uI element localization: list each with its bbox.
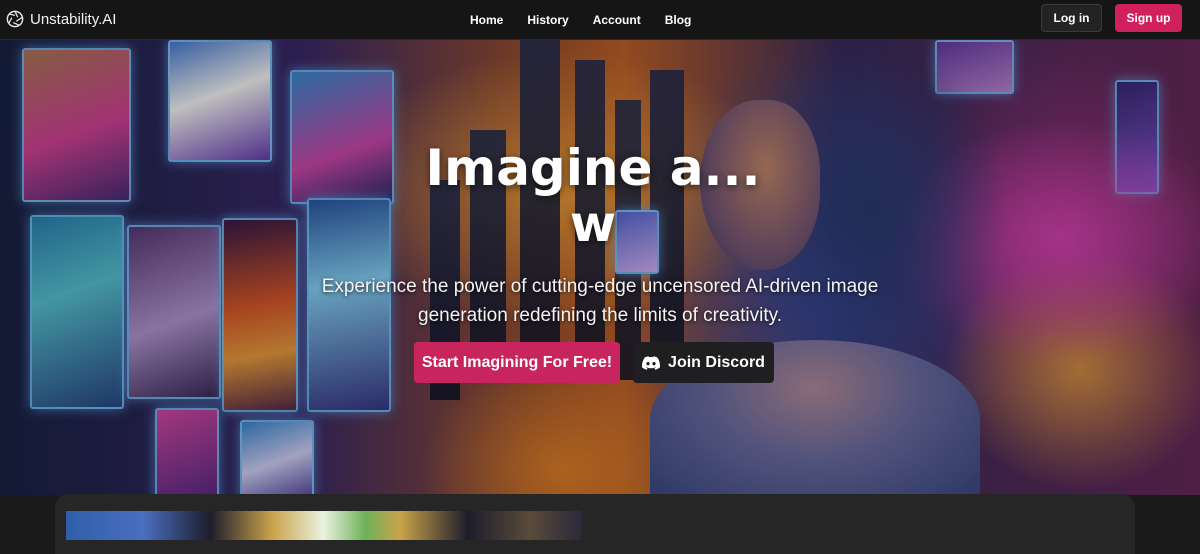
brand-link[interactable]: Unstability.AI [6, 8, 116, 30]
featured-card-image[interactable] [66, 511, 581, 540]
signup-button[interactable]: Sign up [1115, 4, 1182, 32]
aperture-logo-icon [6, 10, 24, 28]
hero-subtitle: Experience the power of cutting-edge unc… [321, 276, 879, 326]
nav-link-history[interactable]: History [527, 13, 568, 27]
top-navbar: Unstability.AI Home History Account Blog… [0, 0, 1200, 40]
nav-links: Home History Account Blog [470, 0, 691, 40]
discord-icon [642, 355, 661, 370]
nav-link-home[interactable]: Home [470, 13, 503, 27]
nav-link-blog[interactable]: Blog [665, 13, 692, 27]
nav-link-account[interactable]: Account [593, 13, 641, 27]
start-imagining-button[interactable]: Start Imagining For Free! [414, 342, 620, 383]
join-discord-button[interactable]: Join Discord [633, 342, 774, 383]
hero-title-line-1: Imagine a... [425, 139, 761, 197]
hero-title-line-2: w [569, 195, 617, 253]
hero-overlay [0, 40, 1200, 495]
hero-title: Imagine a... w [393, 140, 793, 252]
brand-name: Unstability.AI [30, 10, 117, 28]
login-button[interactable]: Log in [1041, 4, 1102, 32]
join-discord-label: Join Discord [668, 353, 765, 371]
hero-banner: Imagine a... w Experience the power of c… [0, 40, 1200, 495]
